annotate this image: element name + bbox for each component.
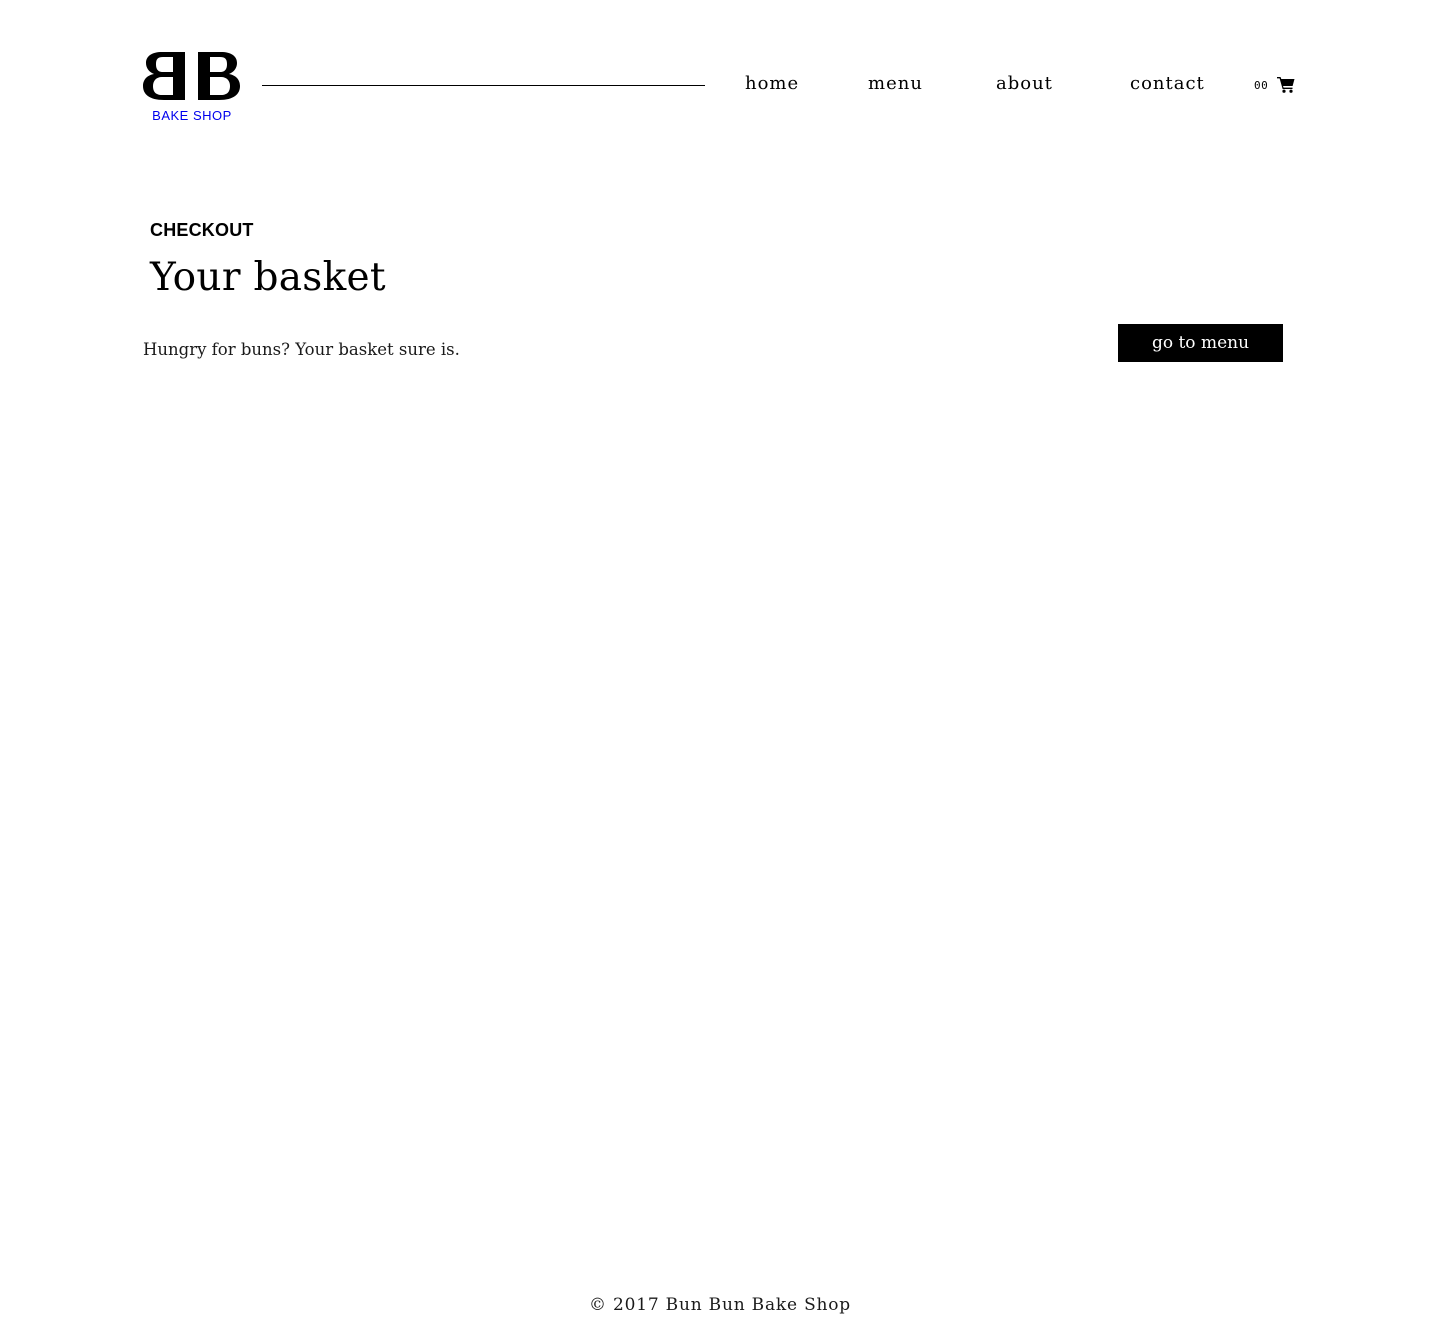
nav-menu-link[interactable]: menu xyxy=(868,72,923,96)
nav-home-link[interactable]: home xyxy=(745,72,799,96)
header-divider xyxy=(262,85,705,86)
nav-contact-link[interactable]: contact xyxy=(1130,72,1205,96)
page-title: Your basket xyxy=(150,255,386,300)
copyright-footer: © 2017 Bun Bun Bake Shop xyxy=(589,1295,851,1315)
bb-logo-mark xyxy=(143,52,240,100)
cart-button[interactable]: 00 xyxy=(1252,74,1298,96)
logo-tagline: BAKE SHOP xyxy=(152,108,232,123)
logo[interactable]: BAKE SHOP xyxy=(140,48,244,128)
basket-empty-message: Hungry for buns? Your basket sure is. xyxy=(143,340,460,359)
nav-about-link[interactable]: about xyxy=(996,72,1053,96)
shopping-cart-icon xyxy=(1277,77,1295,93)
go-to-menu-button[interactable]: go to menu xyxy=(1118,324,1283,362)
section-eyebrow: CHECKOUT xyxy=(150,220,254,240)
cart-count: 00 xyxy=(1254,79,1269,92)
